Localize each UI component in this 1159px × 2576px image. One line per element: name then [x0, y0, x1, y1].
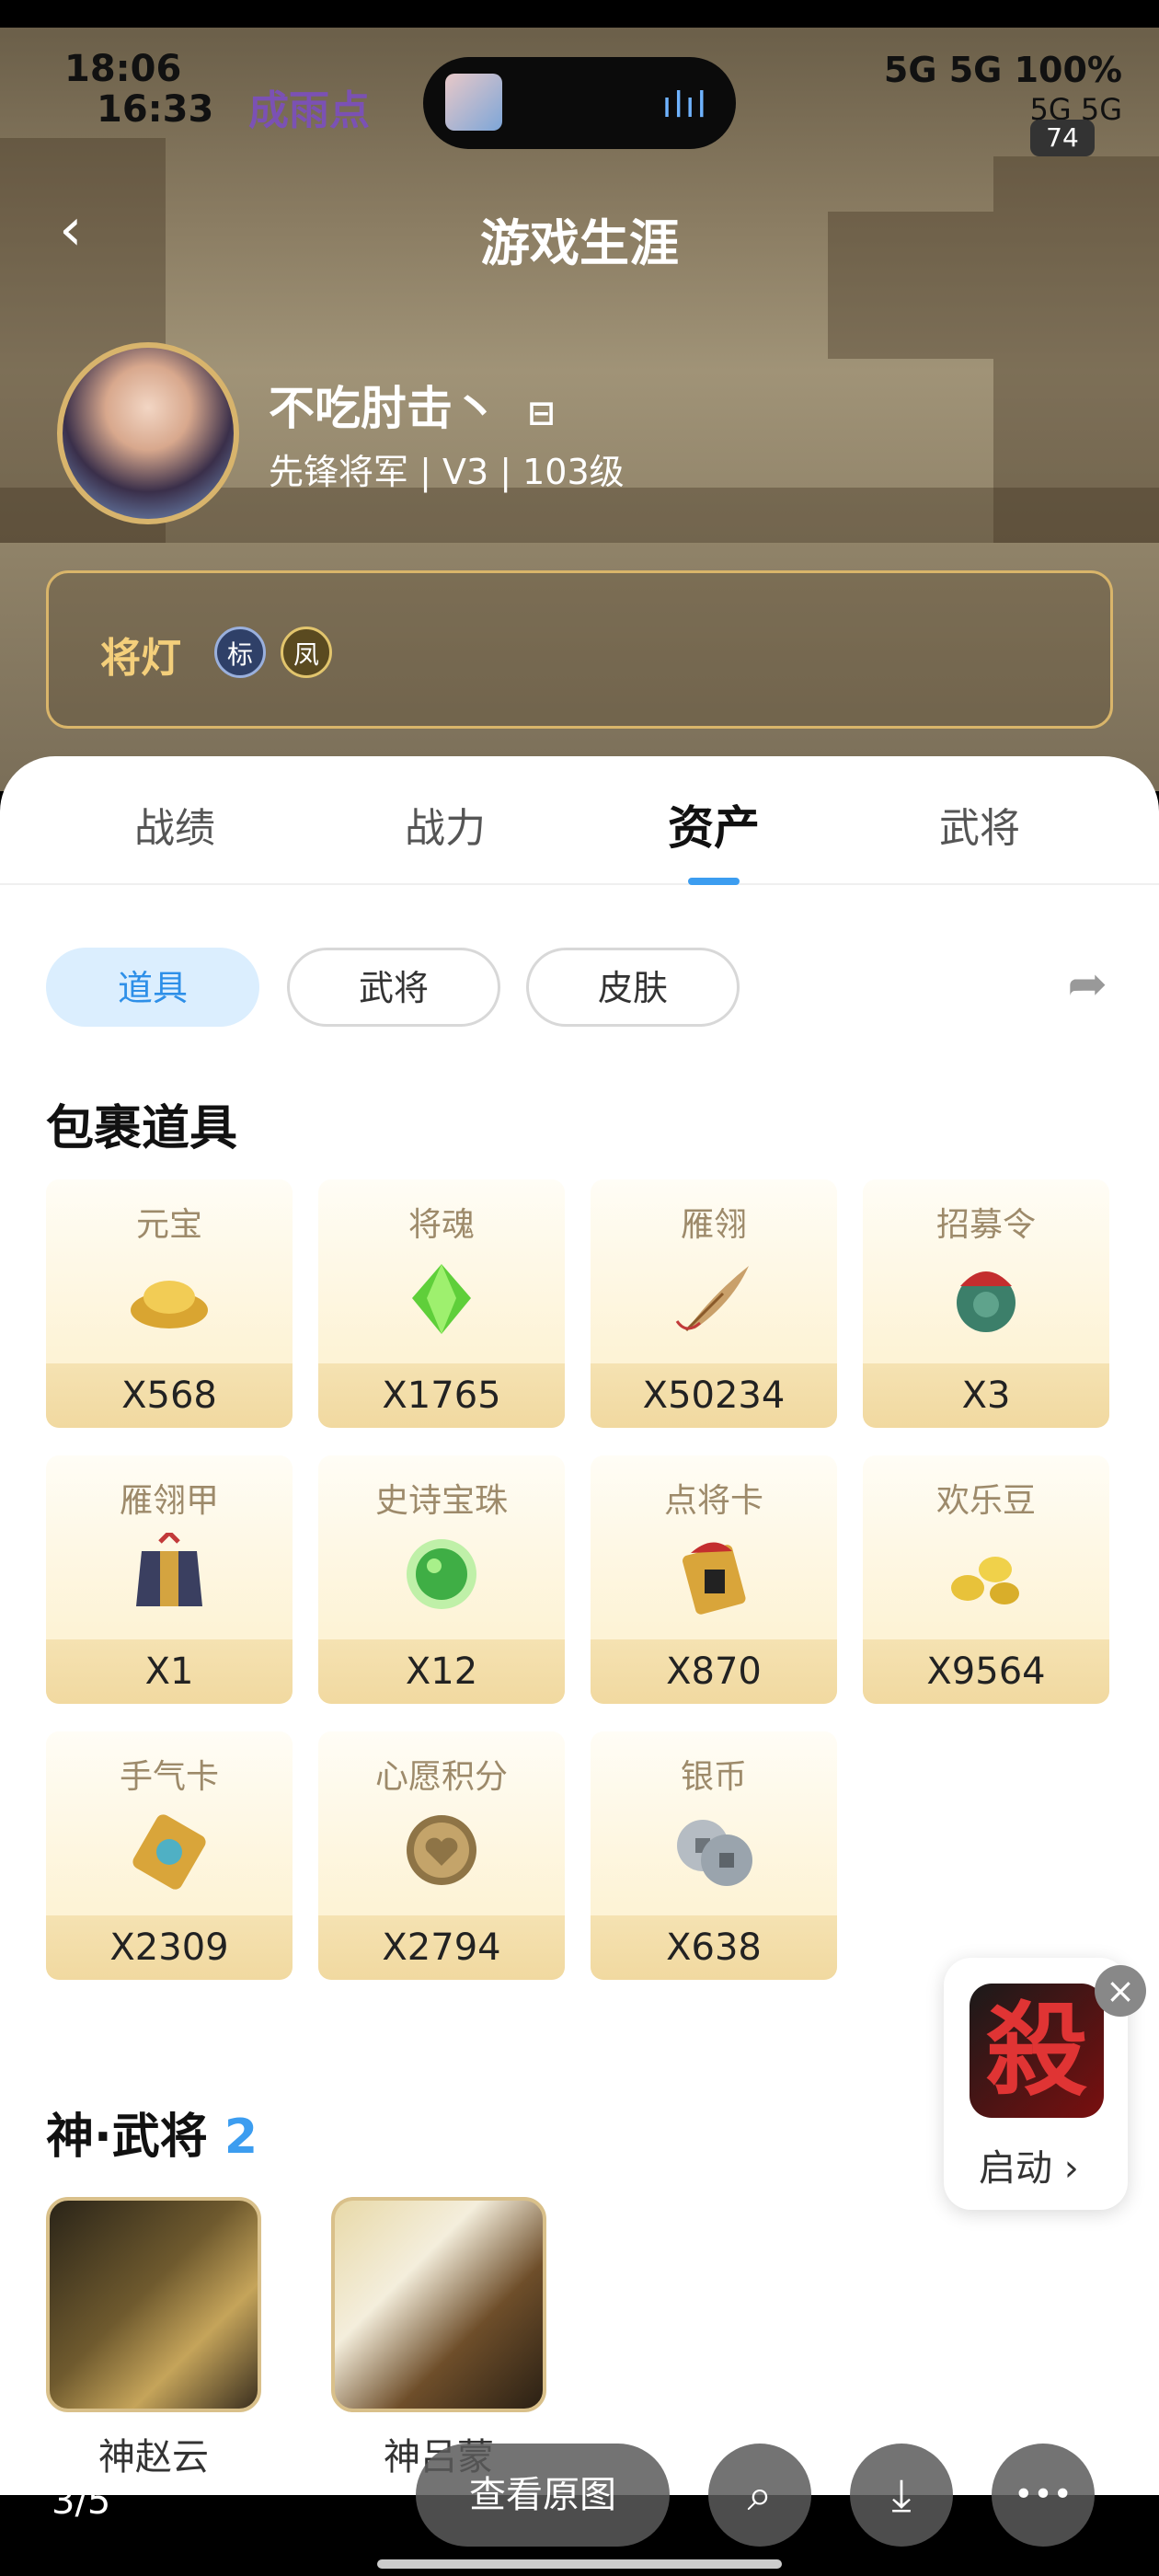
item-name: 雁翎甲	[119, 1482, 219, 1520]
armor-icon	[136, 1533, 202, 1606]
generals-count: 2	[224, 2110, 258, 2165]
item-qty: X2794	[318, 1915, 565, 1980]
profile-card-icon[interactable]: ⊟	[527, 395, 555, 432]
item-qty: X638	[591, 1915, 837, 1980]
home-indicator	[377, 2559, 782, 2569]
bag-item[interactable]: 将魂 X1765	[318, 1179, 565, 1428]
avatar[interactable]	[57, 342, 239, 524]
bag-item[interactable]: 招募令 X3	[863, 1179, 1109, 1428]
nav-bar: 游戏生涯 ‹	[0, 184, 1159, 276]
item-name: 手气卡	[119, 1758, 219, 1796]
content-panel: 战绩 战力 资产 武将 道具 武将 皮肤 ➦ 包裹道具 元宝 X568 将魂 X…	[0, 756, 1159, 2495]
bag-item[interactable]: 雁翎 X50234	[591, 1179, 837, 1428]
close-icon[interactable]: ×	[1095, 1965, 1146, 2017]
item-name: 雁翎	[680, 1206, 747, 1244]
audio-wave-icon: ılıl	[661, 85, 708, 125]
share-icon[interactable]: ➦	[1067, 957, 1107, 1012]
item-name: 元宝	[135, 1206, 202, 1244]
status-time-secondary: 16:33	[97, 88, 214, 131]
battery-indicator: 74	[1030, 120, 1095, 156]
generals-section-title: 神·武将 2	[46, 2098, 258, 2167]
lamp-card[interactable]: 将灯 标 凤	[46, 570, 1113, 729]
general-card[interactable]: 神赵云	[46, 2197, 261, 2480]
image-viewer-controls: 3/5 查看原图 ⌕ ⤓ •••	[0, 2444, 1159, 2576]
item-qty: X1	[46, 1639, 293, 1704]
item-name: 招募令	[935, 1206, 1036, 1244]
bag-item[interactable]: 欢乐豆 X9564	[863, 1455, 1109, 1704]
bag-item[interactable]: 手气卡 X2309	[46, 1731, 293, 1980]
back-arrow-icon[interactable]: ‹	[59, 201, 83, 259]
game-app-icon[interactable]: 殺	[970, 1984, 1104, 2118]
tab-indicator	[688, 878, 740, 885]
green-orb-icon	[407, 1539, 476, 1609]
item-name: 点将卡	[663, 1482, 763, 1520]
feather-icon	[675, 1266, 749, 1332]
item-name: 银币	[680, 1758, 747, 1796]
item-qty: X12	[318, 1639, 565, 1704]
item-qty: X2309	[46, 1915, 293, 1980]
page-indicator: 3/5	[52, 2480, 111, 2523]
lamp-badge-feng[interactable]: 凤	[281, 627, 332, 678]
silver-coin-icon	[677, 1820, 752, 1886]
gold-ingot-icon	[131, 1281, 208, 1328]
item-qty: X50234	[591, 1363, 837, 1428]
general-portrait	[46, 2197, 261, 2412]
bag-item[interactable]: 点将卡 X870	[591, 1455, 837, 1704]
status-time: 18:06	[64, 48, 182, 90]
tab-record[interactable]: 战绩	[37, 795, 313, 854]
item-qty: X3	[863, 1363, 1109, 1428]
top-black-strip	[0, 0, 1159, 28]
profile-username: 不吃肘击丶 ⊟	[269, 372, 556, 438]
recruit-token-icon	[957, 1271, 1016, 1332]
bag-section-title: 包裹道具	[46, 1101, 238, 1156]
general-card-icon	[683, 1542, 746, 1615]
more-icon[interactable]: •••	[992, 2444, 1095, 2547]
lamp-badge-biao[interactable]: 标	[214, 627, 266, 678]
tab-assets[interactable]: 资产	[576, 791, 852, 857]
bag-item[interactable]: 银币 X638	[591, 1731, 837, 1980]
bag-item[interactable]: 史诗宝珠 X12	[318, 1455, 565, 1704]
luck-card-icon	[132, 1814, 206, 1890]
general-portrait	[331, 2197, 546, 2412]
dynamic-island[interactable]: ılıl	[423, 57, 736, 149]
bag-item[interactable]: 雁翎甲 X1	[46, 1455, 293, 1704]
item-qty: X568	[46, 1363, 293, 1428]
profile-name-text: 不吃肘击丶	[269, 382, 499, 435]
media-thumbnail	[445, 74, 502, 131]
download-icon[interactable]: ⤓	[850, 2444, 953, 2547]
tab-bar: 战绩 战力 资产 武将	[0, 756, 1159, 885]
stream-channel-name: 成雨点	[248, 87, 370, 134]
launch-button[interactable]: 启动 ›	[979, 2138, 1079, 2191]
green-crystal-icon	[412, 1264, 471, 1334]
lamp-label: 将灯	[100, 635, 181, 682]
chip-generals[interactable]: 武将	[287, 948, 500, 1027]
signal-indicator: 5G 5G 100%	[883, 50, 1122, 90]
chip-skins[interactable]: 皮肤	[526, 948, 740, 1027]
status-bar: 18:06 16:33 成雨点 ılıl 5G 5G 100% 5G 5G 74	[0, 37, 1159, 156]
tab-generals[interactable]: 武将	[842, 795, 1118, 854]
item-qty: X870	[591, 1639, 837, 1704]
page-title: 游戏生涯	[480, 214, 679, 272]
beans-icon	[951, 1557, 1019, 1604]
profile-subtitle: 先锋将军 | V3 | 103级	[269, 452, 625, 492]
item-qty: X1765	[318, 1363, 565, 1428]
bag-item[interactable]: 元宝 X568	[46, 1179, 293, 1428]
item-name: 欢乐豆	[935, 1482, 1036, 1520]
tab-power[interactable]: 战力	[307, 795, 583, 854]
item-qty: X9564	[863, 1639, 1109, 1704]
search-icon[interactable]: ⌕	[708, 2444, 811, 2547]
heart-coin-icon	[407, 1815, 476, 1885]
chip-props[interactable]: 道具	[46, 948, 259, 1027]
item-name: 心愿积分	[374, 1758, 508, 1796]
item-name: 史诗宝珠	[374, 1482, 508, 1520]
generals-title-text: 神·武将	[46, 2110, 208, 2165]
general-card[interactable]: 神吕蒙	[331, 2197, 546, 2480]
item-name: 将魂	[407, 1206, 475, 1244]
bag-item[interactable]: 心愿积分 X2794	[318, 1731, 565, 1980]
view-original-button[interactable]: 查看原图	[416, 2444, 670, 2547]
